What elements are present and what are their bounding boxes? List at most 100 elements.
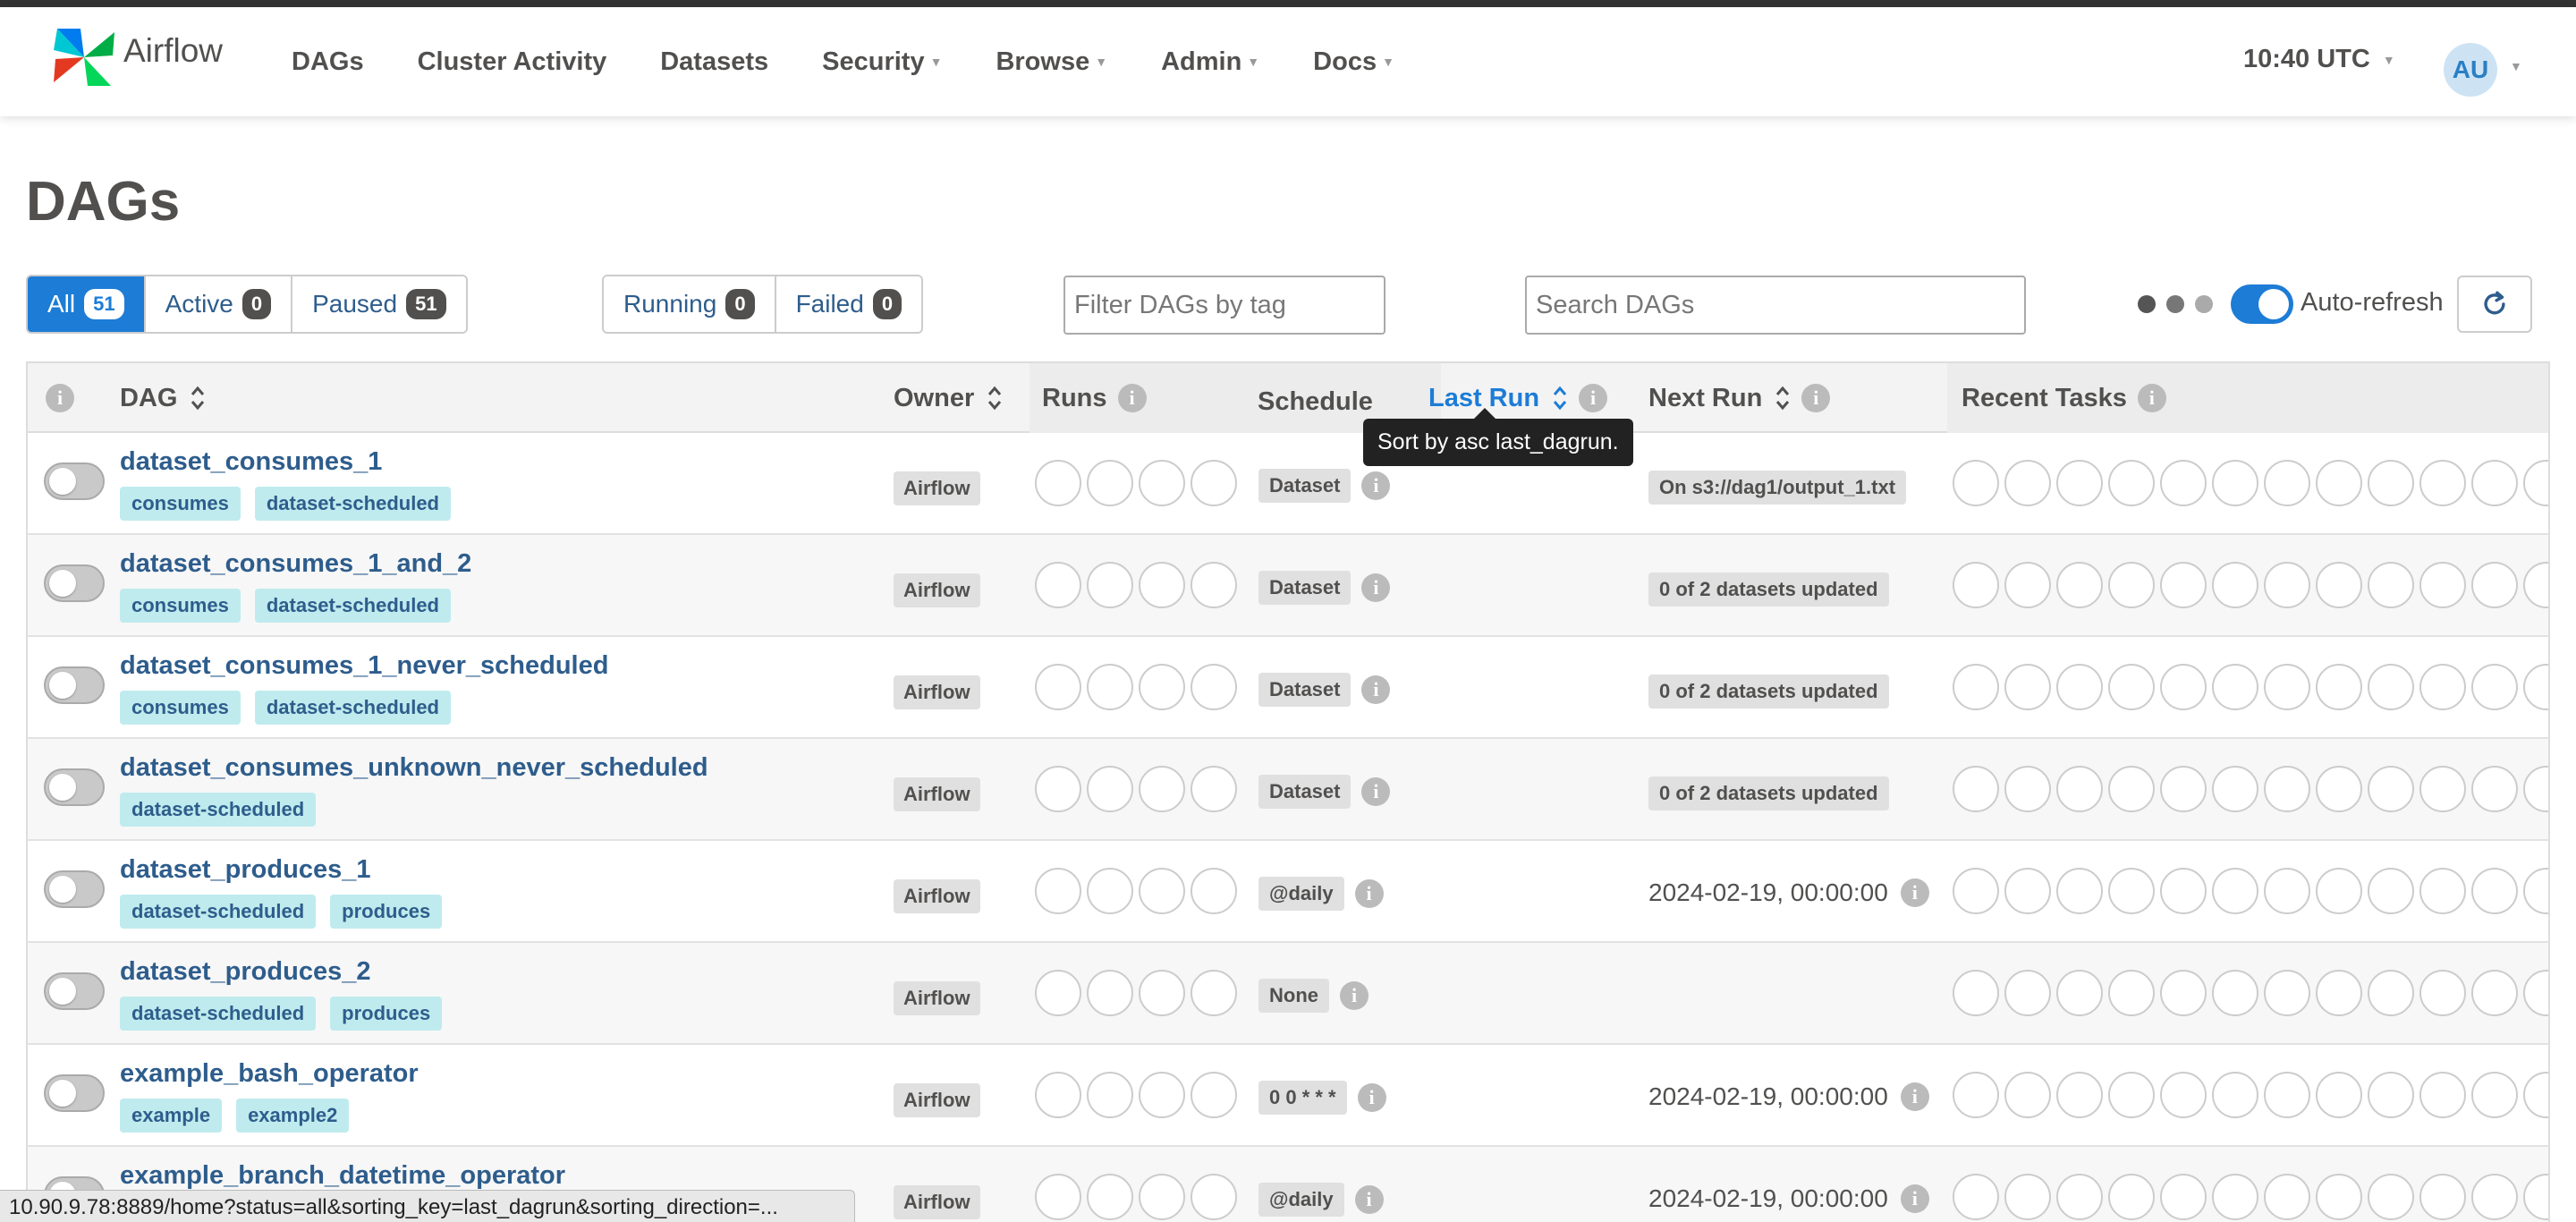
filter-all-button[interactable]: All 51 (28, 276, 146, 332)
nav-cluster-activity[interactable]: Cluster Activity (418, 47, 607, 77)
run-state-circle[interactable] (1035, 1072, 1081, 1118)
task-state-circle[interactable] (2108, 562, 2155, 608)
user-avatar[interactable]: AU (2444, 43, 2497, 97)
info-icon[interactable]: i (1117, 384, 1147, 412)
task-state-circle[interactable] (2264, 1072, 2310, 1118)
task-state-circle[interactable] (2264, 970, 2310, 1016)
dag-name-link[interactable]: dataset_consumes_1 (120, 447, 382, 477)
task-state-circle[interactable] (2419, 868, 2466, 914)
run-state-circle[interactable] (1035, 1174, 1081, 1220)
task-state-circle[interactable] (2471, 766, 2518, 812)
task-state-circle[interactable] (2523, 970, 2548, 1016)
dag-name-link[interactable]: dataset_consumes_unknown_never_scheduled (120, 753, 708, 783)
nav-admin[interactable]: Admin ▼ (1161, 47, 1259, 77)
task-state-circle[interactable] (2004, 562, 2051, 608)
run-state-circle[interactable] (1087, 970, 1133, 1016)
caret-down-icon[interactable]: ▼ (2510, 59, 2522, 73)
owner-badge[interactable]: Airflow (894, 675, 980, 709)
dag-pause-toggle[interactable] (44, 666, 105, 704)
dag-tag[interactable]: produces (330, 895, 443, 929)
task-state-circle[interactable] (2056, 1072, 2103, 1118)
task-state-circle[interactable] (2264, 460, 2310, 506)
task-state-circle[interactable] (2523, 1072, 2548, 1118)
dag-pause-toggle[interactable] (44, 870, 105, 908)
run-state-circle[interactable] (1035, 664, 1081, 710)
dag-tag[interactable]: consumes (120, 691, 241, 725)
task-state-circle[interactable] (2108, 970, 2155, 1016)
dag-tag[interactable]: produces (330, 997, 443, 1031)
run-state-circle[interactable] (1139, 868, 1185, 914)
task-state-circle[interactable] (2523, 664, 2548, 710)
task-state-circle[interactable] (2316, 562, 2362, 608)
task-state-circle[interactable] (2264, 766, 2310, 812)
dag-name-link[interactable]: dataset_consumes_1_never_scheduled (120, 651, 608, 681)
task-state-circle[interactable] (2160, 1072, 2207, 1118)
task-state-circle[interactable] (2004, 970, 2051, 1016)
auto-refresh-toggle[interactable] (2231, 284, 2293, 324)
task-state-circle[interactable] (2004, 664, 2051, 710)
task-state-circle[interactable] (2471, 460, 2518, 506)
task-state-circle[interactable] (2160, 970, 2207, 1016)
task-state-circle[interactable] (2264, 1174, 2310, 1220)
task-state-circle[interactable] (2108, 1072, 2155, 1118)
run-state-circle[interactable] (1139, 1174, 1185, 1220)
task-state-circle[interactable] (2056, 766, 2103, 812)
run-state-circle[interactable] (1087, 1072, 1133, 1118)
dag-name-link[interactable]: dataset_produces_2 (120, 957, 370, 987)
task-state-circle[interactable] (2264, 562, 2310, 608)
airflow-logo[interactable]: Airflow (50, 23, 223, 91)
task-state-circle[interactable] (2419, 1072, 2466, 1118)
info-icon[interactable]: i (1354, 1185, 1384, 1214)
task-state-circle[interactable] (2419, 1174, 2466, 1220)
task-state-circle[interactable] (2419, 766, 2466, 812)
task-state-circle[interactable] (2523, 562, 2548, 608)
run-state-circle[interactable] (1191, 664, 1237, 710)
task-state-circle[interactable] (2108, 460, 2155, 506)
dag-tag[interactable]: dataset-scheduled (254, 589, 451, 623)
run-state-circle[interactable] (1191, 460, 1237, 506)
run-state-circle[interactable] (1139, 970, 1185, 1016)
dag-name-link[interactable]: dataset_produces_1 (120, 855, 370, 885)
dag-tag[interactable]: consumes (120, 589, 241, 623)
task-state-circle[interactable] (1953, 1072, 1999, 1118)
task-state-circle[interactable] (2056, 664, 2103, 710)
nav-docs[interactable]: Docs ▼ (1313, 47, 1394, 77)
task-state-circle[interactable] (2419, 562, 2466, 608)
task-state-circle[interactable] (2264, 868, 2310, 914)
dag-column-header[interactable]: DAG (120, 363, 206, 433)
owner-badge[interactable]: Airflow (894, 1083, 980, 1117)
search-dags-input[interactable] (1525, 276, 2026, 335)
info-icon[interactable]: i (1801, 384, 1831, 412)
dag-tag[interactable]: consumes (120, 487, 241, 521)
run-state-circle[interactable] (1087, 766, 1133, 812)
task-state-circle[interactable] (2004, 868, 2051, 914)
run-state-circle[interactable] (1139, 1072, 1185, 1118)
task-state-circle[interactable] (2471, 868, 2518, 914)
task-state-circle[interactable] (2160, 766, 2207, 812)
run-state-circle[interactable] (1191, 766, 1237, 812)
run-state-circle[interactable] (1139, 562, 1185, 608)
task-state-circle[interactable] (2056, 562, 2103, 608)
dag-name-link[interactable]: example_bash_operator (120, 1059, 419, 1089)
task-state-circle[interactable] (2004, 460, 2051, 506)
task-state-circle[interactable] (2212, 868, 2258, 914)
nav-datasets[interactable]: Datasets (660, 47, 768, 77)
run-state-circle[interactable] (1191, 868, 1237, 914)
dag-tag[interactable]: dataset-scheduled (120, 793, 317, 827)
task-state-circle[interactable] (2316, 970, 2362, 1016)
task-state-circle[interactable] (2160, 664, 2207, 710)
task-state-circle[interactable] (2160, 1174, 2207, 1220)
nav-browse[interactable]: Browse ▼ (996, 47, 1107, 77)
task-state-circle[interactable] (2471, 1174, 2518, 1220)
info-icon[interactable]: i (1361, 573, 1391, 602)
owner-badge[interactable]: Airflow (894, 573, 980, 607)
task-state-circle[interactable] (2004, 1174, 2051, 1220)
task-state-circle[interactable] (2004, 766, 2051, 812)
task-state-circle[interactable] (2523, 460, 2548, 506)
run-state-circle[interactable] (1139, 766, 1185, 812)
info-icon[interactable]: i (46, 384, 74, 412)
run-state-circle[interactable] (1035, 970, 1081, 1016)
task-state-circle[interactable] (2212, 460, 2258, 506)
run-state-circle[interactable] (1035, 766, 1081, 812)
owner-column-header[interactable]: Owner (894, 363, 1003, 433)
